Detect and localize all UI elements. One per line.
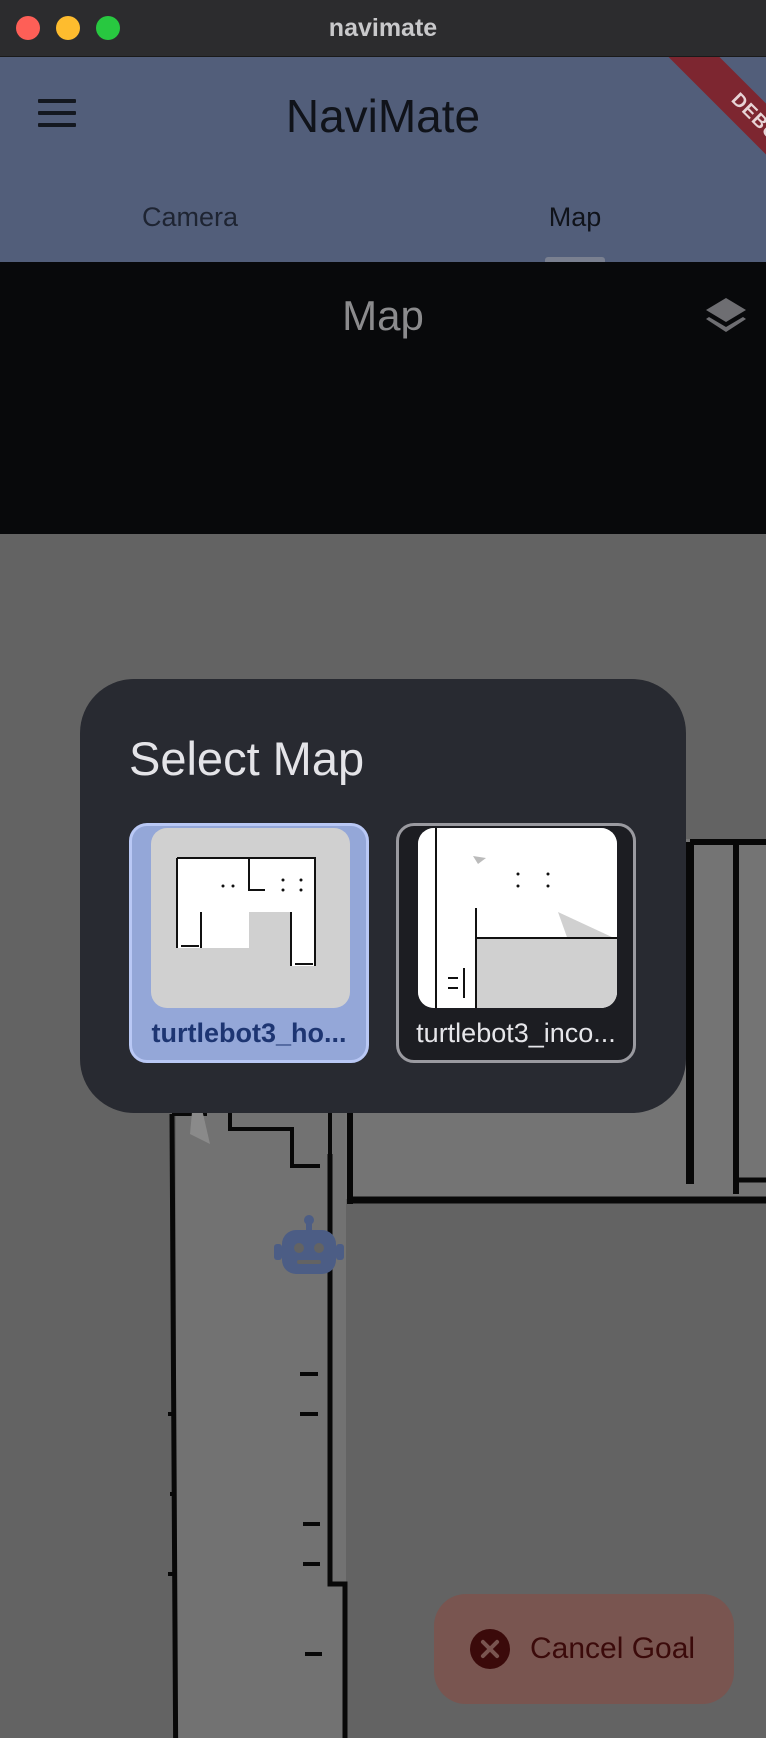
tab-camera[interactable]: Camera [90, 197, 290, 237]
map-option-label: turtlebot3_ho... [151, 1018, 347, 1048]
layers-icon[interactable] [703, 296, 749, 338]
dialog-title: Select Map [129, 732, 365, 785]
app-bar: NaviMate Camera Map DEBUG [0, 57, 766, 262]
app-title: NaviMate [285, 90, 481, 142]
map-header: Map [0, 262, 766, 534]
cancel-goal-button[interactable]: Cancel Goal [434, 1594, 734, 1704]
robot-icon [274, 1214, 344, 1278]
map-option-label: turtlebot3_inco... [416, 1018, 616, 1048]
select-map-dialog: Select Map turtlebot3_ho... turtlebot3_i… [80, 679, 686, 1113]
map-header-title: Map [342, 292, 424, 339]
window-titlebar: navimate [0, 0, 766, 57]
window-title: navimate [328, 14, 438, 42]
tab-map[interactable]: Map [475, 197, 675, 237]
map-thumbnail [418, 828, 617, 1008]
map-option-turtlebot3-incomplete[interactable]: turtlebot3_inco... [396, 823, 636, 1063]
map-option-turtlebot3-house[interactable]: turtlebot3_ho... [129, 823, 369, 1063]
cancel-circle-icon [470, 1629, 510, 1669]
cancel-goal-label: Cancel Goal [530, 1632, 696, 1665]
map-thumbnail [151, 828, 350, 1008]
